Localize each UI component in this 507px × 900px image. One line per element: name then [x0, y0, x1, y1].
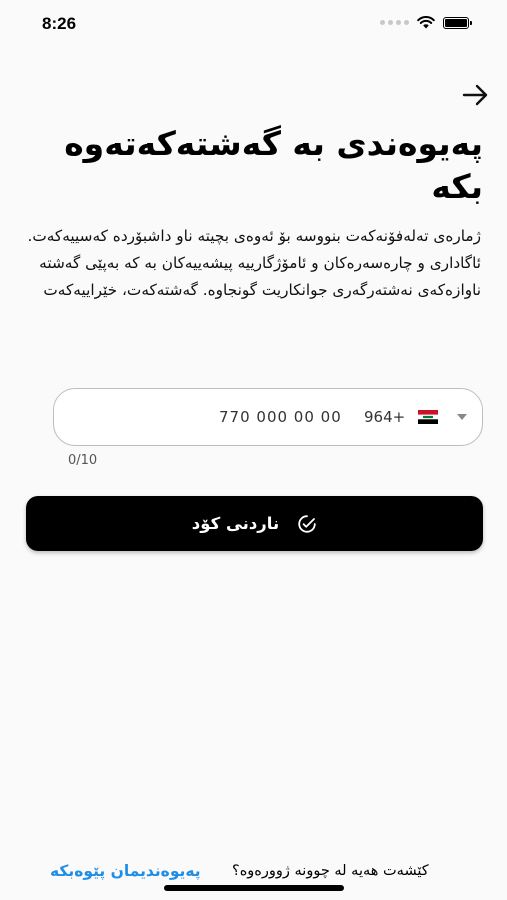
- iraq-flag-icon[interactable]: [418, 410, 438, 424]
- character-counter: 0/10: [68, 453, 98, 468]
- home-indicator[interactable]: [164, 885, 344, 891]
- phone-placeholder: 770 000 00 00: [219, 408, 342, 426]
- status-time: 8:26: [42, 14, 77, 33]
- back-arrow-icon[interactable]: [461, 80, 491, 110]
- login-trouble-text: کێشەت هەیە لە چوونە ژوورەوە؟: [232, 863, 429, 879]
- phone-input[interactable]: 770 000 00 00 964+: [53, 388, 483, 446]
- status-icons: [380, 16, 472, 29]
- send-code-label: ناردنی کۆد: [191, 514, 280, 533]
- chevron-down-icon[interactable]: [456, 413, 468, 421]
- wifi-icon: [417, 16, 435, 29]
- battery-icon: [443, 16, 472, 29]
- send-code-button[interactable]: ناردنی کۆد: [26, 496, 483, 551]
- page-description: ژمارەی تەلەفۆنەکەت بنووسە بۆ ئەوەی بچیتە…: [27, 227, 481, 299]
- dial-code: 964+: [364, 408, 406, 426]
- check-circle-icon: [298, 514, 316, 533]
- cellular-signal-icon: [380, 20, 409, 25]
- footer: پەیوەندیمان پێوەبکە کێشەت هەیە لە چوونە …: [0, 862, 507, 884]
- contact-us-link[interactable]: پەیوەندیمان پێوەبکە: [50, 862, 201, 880]
- status-bar: 8:26: [0, 0, 507, 50]
- page-title: پەیوەندی بە گەشتەکەتەوە بکە: [64, 124, 483, 206]
